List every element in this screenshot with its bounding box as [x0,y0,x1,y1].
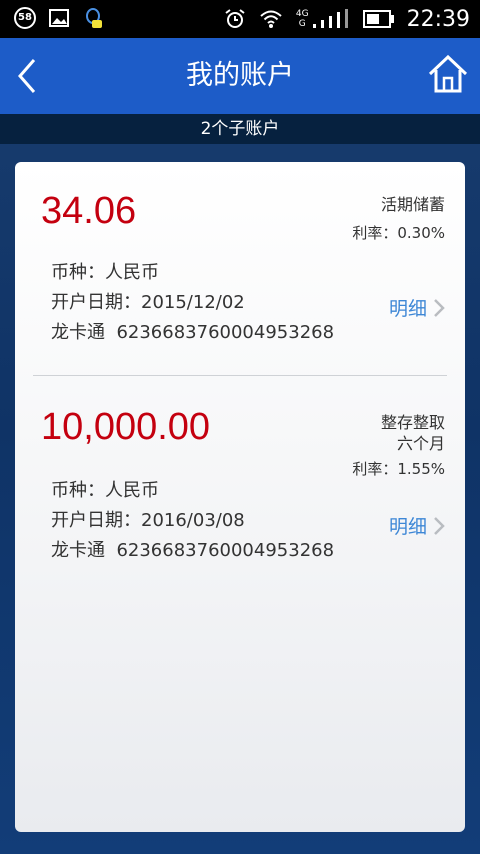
card-number: 6236683760004953268 [116,540,335,561]
chevron-right-icon [434,298,445,317]
currency-label: 币种： [51,262,105,283]
home-icon[interactable] [426,52,470,96]
sub-account-count: 2个子账户 [0,114,480,144]
account-type: 活期储蓄 [381,194,445,215]
open-date-label: 开户日期： [51,510,141,531]
network-indicator: 4G G [296,8,351,30]
currency-value: 人民币 [105,480,159,501]
currency-value: 人民币 [105,262,159,283]
detail-link-label: 明细 [388,516,427,538]
account-item: 34.06 活期储蓄 利率：0.30% 币种： 人民币 开户日期： 2015/1… [15,162,465,375]
card-number: 6236683760004953268 [116,322,335,343]
account-info: 币种： 人民币 开户日期： 2016/03/08 龙卡通 62366837600… [51,476,334,566]
network-type-top: 4G [295,9,309,19]
currency-label: 币种： [51,480,105,501]
card-label: 龙卡通 [51,540,117,561]
detail-link[interactable]: 明细 [389,294,445,321]
signal-icon [312,9,348,28]
account-type-line1: 活期储蓄 [380,195,445,214]
chevron-right-icon [434,516,445,535]
account-balance: 34.06 [41,190,137,232]
open-date-label: 开户日期： [51,292,141,313]
interest-rate: 利率：1.55% [352,460,445,478]
page-title: 我的账户 [186,60,294,91]
qq-icon [86,8,102,28]
card-label: 龙卡通 [51,322,117,343]
interest-rate: 利率：0.30% [352,224,445,242]
account-info: 币种： 人民币 开户日期： 2015/12/02 龙卡通 62366837600… [51,258,334,348]
notification-count-badge: 58 [14,7,36,29]
account-type: 整存整取 六个月 [381,412,445,454]
status-bar: 58 4G G 22:39 [0,0,480,38]
account-type-line1: 整存整取 [380,413,445,432]
account-balance: 10,000.00 [41,406,211,448]
open-date-value: 2015/12/02 [141,292,245,313]
account-item: 10,000.00 整存整取 六个月 利率：1.55% 币种： 人民币 开户日期… [15,376,465,596]
clock-time: 22:39 [406,6,470,32]
detail-link-label: 明细 [388,298,427,320]
detail-link[interactable]: 明细 [389,512,445,539]
network-type-bottom: G [298,19,306,29]
accounts-card: 34.06 活期储蓄 利率：0.30% 币种： 人民币 开户日期： 2015/1… [15,162,465,832]
battery-icon [362,10,394,28]
account-type-line2: 六个月 [396,434,445,453]
alarm-icon [225,9,245,28]
image-icon [49,9,69,27]
nav-header: 我的账户 [0,38,480,114]
open-date-value: 2016/03/08 [141,510,245,531]
wifi-icon [260,10,282,28]
